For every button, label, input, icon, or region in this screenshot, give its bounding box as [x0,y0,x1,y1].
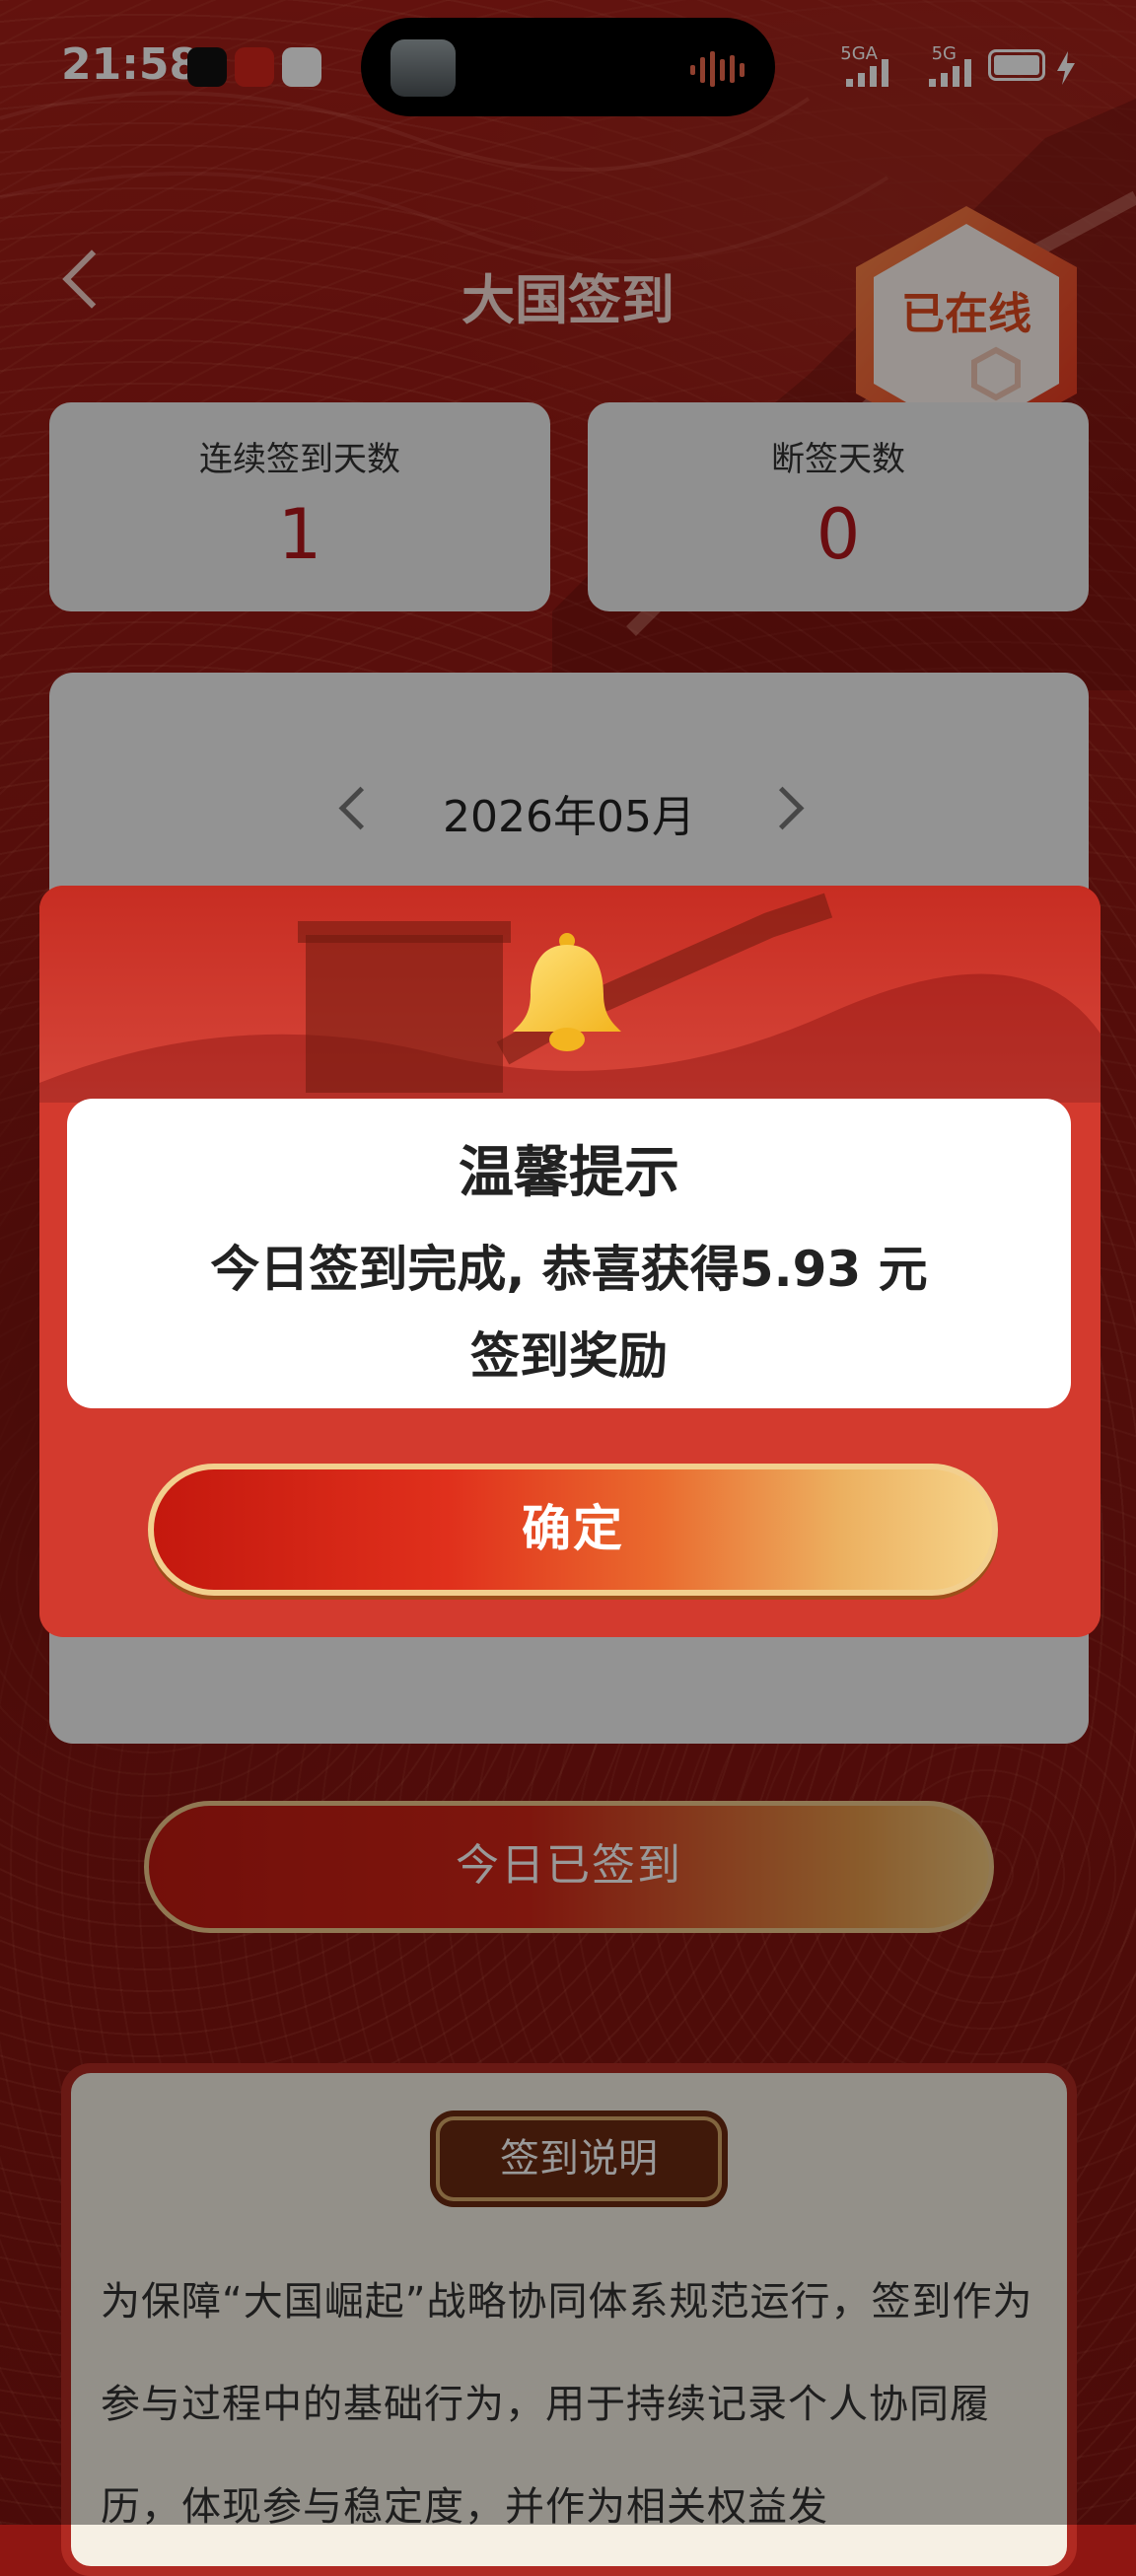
dialog-message-2: 签到奖励 [470,1327,668,1385]
reward-dialog: 温馨提示 今日签到完成, 恭喜获得5.93 元 签到奖励 确定 [39,886,1100,1637]
bell-icon [513,933,621,1051]
dialog-message: 今日签到完成, 恭喜获得5.93 元 [210,1241,928,1298]
confirm-button[interactable]: 确定 [148,1464,998,1596]
notice-card: 温馨提示 今日签到完成, 恭喜获得5.93 元 签到奖励 [67,1099,1071,1408]
dialog-title: 温馨提示 [459,1141,679,1205]
